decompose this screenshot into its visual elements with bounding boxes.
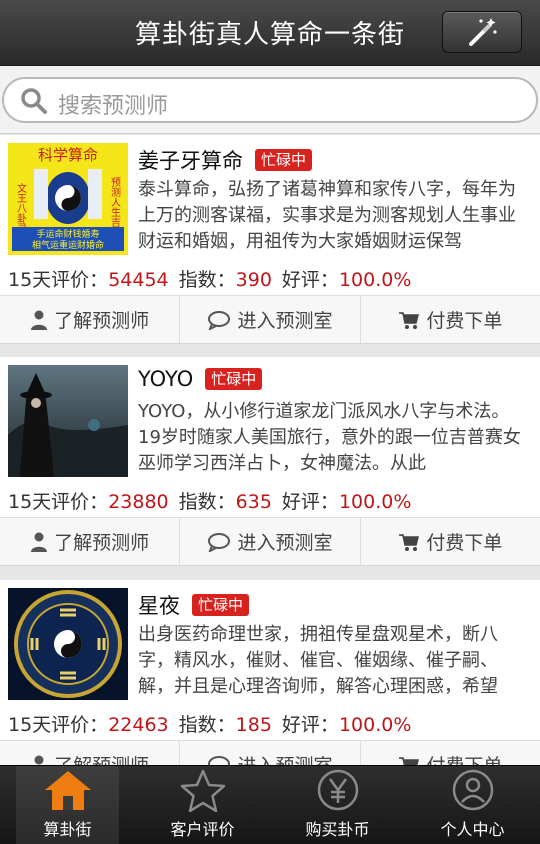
- index-value: 185: [235, 714, 272, 736]
- rating-value: 100.0%: [338, 491, 412, 513]
- enter-room-button[interactable]: 进入预测室: [180, 518, 361, 565]
- search-input[interactable]: 搜索预测师: [2, 77, 538, 123]
- tab-buy-coins[interactable]: 购买卦币: [270, 766, 405, 844]
- yen-coin-icon: [317, 769, 358, 811]
- index-value: 390: [235, 269, 272, 291]
- status-badge: 忙碌中: [205, 368, 263, 390]
- master-card[interactable]: YOYO 忙碌中 YOYO，从小修行道家龙门派风水八字与术法。19岁时随家人美国…: [0, 357, 540, 566]
- person-icon: [31, 532, 48, 552]
- review-count: 22463: [108, 714, 169, 736]
- svg-text:科学算命: 科学算命: [38, 146, 98, 164]
- master-avatar: [8, 365, 128, 477]
- about-master-button[interactable]: 了解预测师: [0, 296, 181, 343]
- search-bar: 搜索预测师: [0, 66, 540, 134]
- paid-order-button[interactable]: 付费下单: [361, 296, 540, 343]
- paid-order-button[interactable]: 付费下单: [361, 518, 540, 565]
- search-placeholder: 搜索预测师: [58, 94, 169, 119]
- person-icon: [31, 310, 48, 330]
- rating-value: 100.0%: [338, 714, 412, 736]
- magic-button[interactable]: [442, 11, 522, 53]
- master-stats: 15天评价：54454 指数：390 好评：100.0%: [8, 269, 412, 291]
- review-count: 23880: [108, 491, 169, 513]
- bottom-tab-bar: 算卦街 客户评价 购买卦币 个人中心: [0, 765, 540, 844]
- master-stats: 15天评价：22463 指数：185 好评：100.0%: [8, 714, 412, 736]
- action-bar: 了解预测师 进入预测室 付费下单: [0, 517, 540, 565]
- tab-home[interactable]: 算卦街: [0, 766, 135, 844]
- master-description: YOYO，从小修行道家龙门派风水八字与术法。19岁时随家人美国旅行，意外的跟一位…: [138, 401, 521, 474]
- search-icon: [21, 88, 47, 114]
- chat-bubble-icon: [208, 532, 231, 552]
- app-header: 算卦街真人算命一条街: [0, 0, 540, 66]
- master-description: 出身医药命理世家，拥祖传星盘观星术，断八字，精风水，催财、催官、催姻缘、催子嗣、…: [138, 624, 498, 697]
- rating-value: 100.0%: [338, 269, 412, 291]
- master-name: 姜子牙算命: [138, 149, 243, 173]
- cart-icon: [399, 533, 420, 551]
- master-name: 星夜: [138, 594, 180, 618]
- status-badge: 忙碌中: [192, 594, 250, 616]
- master-card[interactable]: 科学算命 文王八卦灵验 预测人生吉和 手运命财钱婚寿 相气运重运财婚命 姜子牙算…: [0, 135, 540, 344]
- svg-text:相气运重运财婚命: 相气运重运财婚命: [32, 239, 104, 251]
- star-icon: [180, 769, 225, 812]
- index-value: 635: [235, 491, 272, 513]
- chat-bubble-icon: [208, 310, 231, 330]
- review-count: 54454: [108, 269, 169, 291]
- tab-reviews[interactable]: 客户评价: [135, 766, 270, 844]
- master-name: YOYO: [138, 367, 194, 391]
- master-avatar: [8, 588, 128, 700]
- status-badge: 忙碌中: [255, 149, 313, 171]
- enter-room-button[interactable]: 进入预测室: [180, 296, 361, 343]
- action-bar: 了解预测师 进入预测室 付费下单: [0, 295, 540, 343]
- master-description: 泰斗算命，弘扬了诸葛神算和家传八字，每年为上万的测客谋福，实事求是为测客规划人生…: [138, 179, 516, 252]
- home-icon: [44, 771, 91, 810]
- cart-icon: [399, 311, 420, 329]
- tab-profile[interactable]: 个人中心: [405, 766, 540, 844]
- user-icon: [452, 769, 493, 811]
- magic-wand-icon: [469, 18, 497, 46]
- master-avatar: 科学算命 文王八卦灵验 预测人生吉和 手运命财钱婚寿 相气运重运财婚命: [8, 143, 128, 255]
- about-master-button[interactable]: 了解预测师: [0, 518, 181, 565]
- master-card[interactable]: 星夜 忙碌中 出身医药命理世家，拥祖传星盘观星术，断八字，精风水，催财、催官、催…: [0, 580, 540, 789]
- svg-text:手运命财钱婚寿: 手运命财钱婚寿: [36, 228, 99, 240]
- master-stats: 15天评价：23880 指数：635 好评：100.0%: [8, 491, 412, 513]
